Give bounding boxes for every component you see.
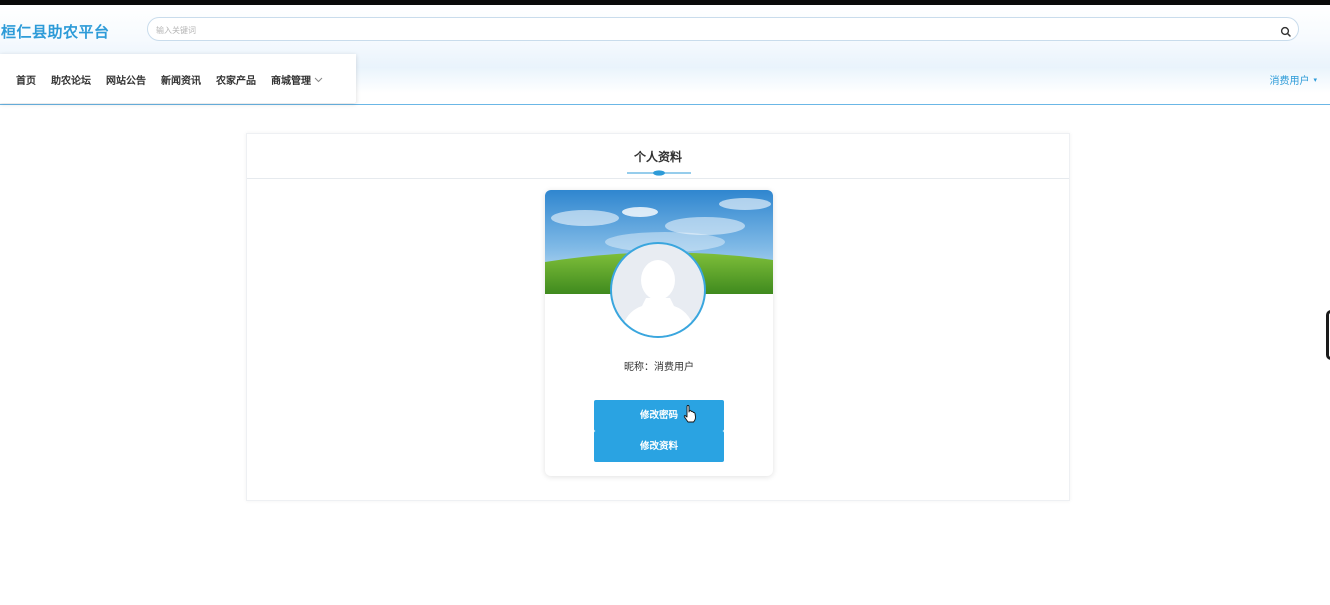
search-input[interactable] <box>154 21 1268 39</box>
nav-menu-panel: 首页 助农论坛 网站公告 新闻资讯 农家产品 商城管理 <box>0 54 356 103</box>
panel-divider <box>247 178 1069 179</box>
nav-item-label: 首页 <box>16 76 36 87</box>
main-navbar: 首页 助农论坛 网站公告 新闻资讯 农家产品 商城管理 消费用户 ▾ <box>0 54 1330 105</box>
change-password-button[interactable]: 修改密码 <box>594 400 724 431</box>
nav-item-label: 商城管理 <box>271 76 311 87</box>
user-menu[interactable]: 消费用户 ▾ <box>1269 72 1317 88</box>
avatar-placeholder-icon <box>620 260 696 336</box>
nav-item-products[interactable]: 农家产品 <box>216 72 256 87</box>
site-logo[interactable]: 桓仁县助农平台 <box>1 21 110 42</box>
title-underline-decoration <box>627 170 691 176</box>
search-bar <box>147 17 1299 41</box>
nav-item-shop-management[interactable]: 商城管理 <box>271 72 323 87</box>
screen-edge-control <box>1326 310 1330 360</box>
user-menu-label: 消费用户 <box>1269 76 1310 87</box>
nav-item-announcements[interactable]: 网站公告 <box>106 72 146 87</box>
profile-panel: 个人资料 昵称：消费用户 修改密码 修改资料 <box>246 133 1070 501</box>
nav-item-home[interactable]: 首页 <box>16 72 36 87</box>
nav-item-label: 新闻资讯 <box>161 76 201 87</box>
nav-item-label: 助农论坛 <box>51 76 91 87</box>
chevron-down-icon <box>314 77 323 82</box>
caret-down-icon: ▾ <box>1313 75 1317 84</box>
search-icon[interactable] <box>1280 23 1292 37</box>
nav-item-label: 网站公告 <box>106 76 146 87</box>
nav-list: 首页 助农论坛 网站公告 新闻资讯 农家产品 商城管理 <box>16 72 338 87</box>
nav-item-label: 农家产品 <box>216 76 256 87</box>
edit-profile-button[interactable]: 修改资料 <box>594 431 724 462</box>
avatar[interactable] <box>610 242 706 338</box>
nav-item-news[interactable]: 新闻资讯 <box>161 72 201 87</box>
nav-item-forum[interactable]: 助农论坛 <box>51 72 91 87</box>
nickname-text: 昵称：消费用户 <box>624 362 694 373</box>
page-title: 个人资料 <box>633 150 682 164</box>
profile-card: 昵称：消费用户 修改密码 修改资料 <box>545 190 773 476</box>
hand-pointer-icon <box>683 405 696 423</box>
